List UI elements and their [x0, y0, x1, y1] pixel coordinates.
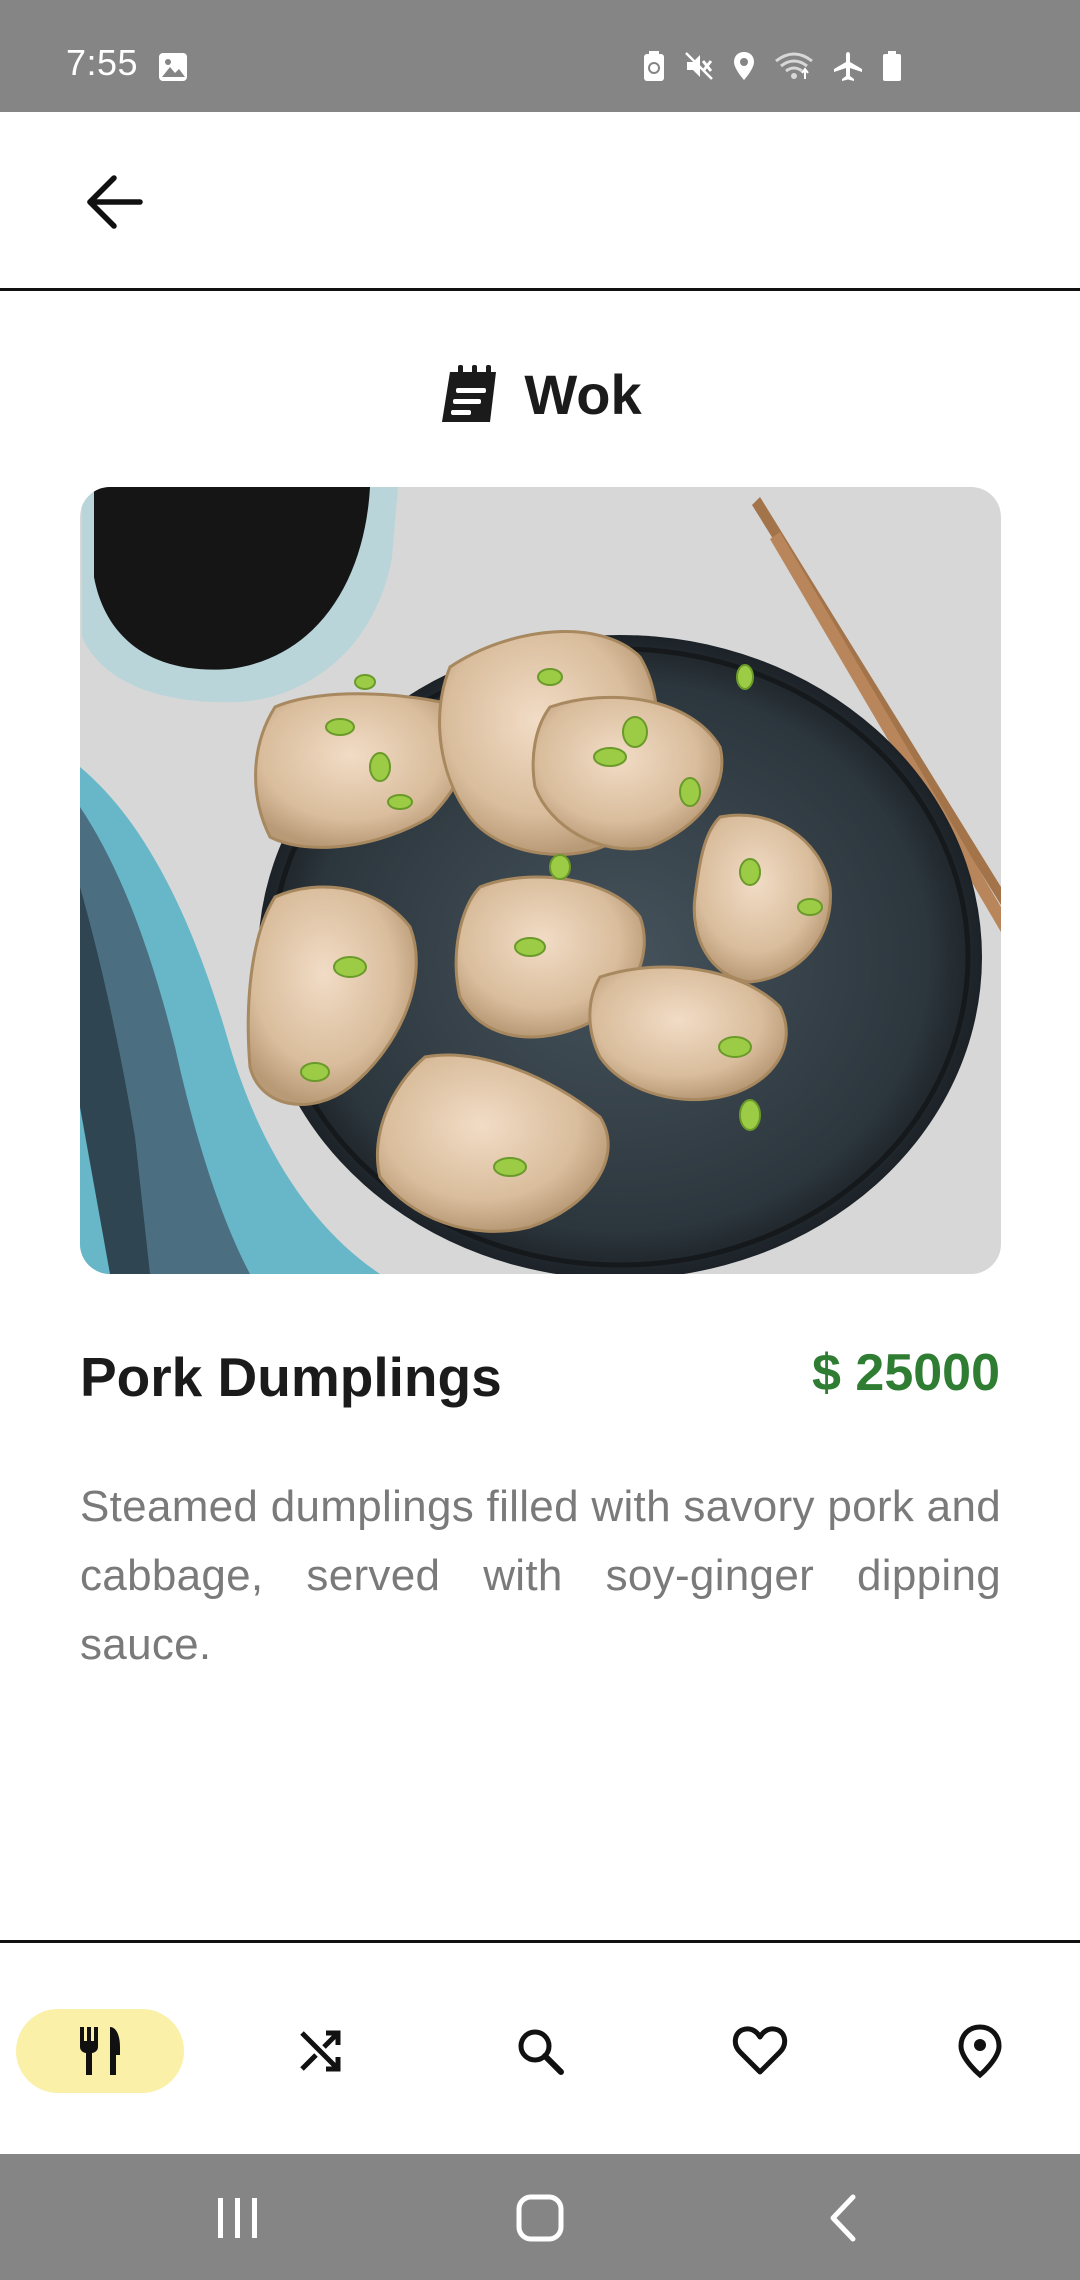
mute-icon: [685, 52, 713, 80]
status-time: 7:55: [66, 42, 139, 83]
gallery-icon: [159, 53, 187, 81]
notepad-icon: [442, 365, 497, 422]
dish-description: Steamed dumplings filled with savory por…: [80, 1482, 1001, 1669]
system-back-button[interactable]: [803, 2188, 883, 2248]
home-button[interactable]: [500, 2188, 580, 2248]
recent-apps-button[interactable]: [198, 2188, 278, 2248]
chevron-left-icon: [830, 2194, 856, 2242]
status-icons: [642, 50, 902, 82]
battery-icon: [883, 51, 901, 81]
location-pin-icon: [958, 2024, 1002, 2079]
status-bar: 7:55: [0, 0, 1080, 112]
shuffle-icon: [300, 2030, 341, 2072]
nav-item-location[interactable]: [940, 2009, 1020, 2093]
battery-saver-icon: [644, 51, 664, 81]
nav-item-favorites[interactable]: [720, 2009, 800, 2093]
dish-name: Pork Dumplings: [80, 1346, 502, 1408]
nav-item-shuffle[interactable]: [280, 2009, 360, 2093]
restaurant-icon: [80, 2027, 120, 2075]
wifi-icon: [775, 52, 813, 79]
heart-icon: [732, 2026, 788, 2075]
recent-apps-icon: [218, 2198, 257, 2238]
nav-item-menu[interactable]: [16, 2009, 184, 2093]
back-button[interactable]: [74, 164, 154, 240]
search-icon: [518, 2029, 564, 2075]
bottom-nav: [0, 1940, 1080, 2154]
location-icon: [734, 52, 754, 80]
screen: 7:55 Wok Pork Dumplings $ 25000 Steamed …: [0, 0, 1080, 2280]
app-header: [0, 112, 1080, 291]
dish-image: [80, 487, 1001, 1274]
restaurant-title-row: Wok: [0, 358, 1080, 430]
arrow-left-icon: [87, 175, 143, 229]
nav-item-search[interactable]: [500, 2009, 580, 2093]
dish-price: $ 25000: [812, 1344, 1000, 1402]
system-nav: [0, 2154, 1080, 2280]
airplane-icon: [834, 52, 862, 81]
restaurant-name: Wok: [524, 362, 642, 426]
home-icon: [516, 2194, 564, 2242]
